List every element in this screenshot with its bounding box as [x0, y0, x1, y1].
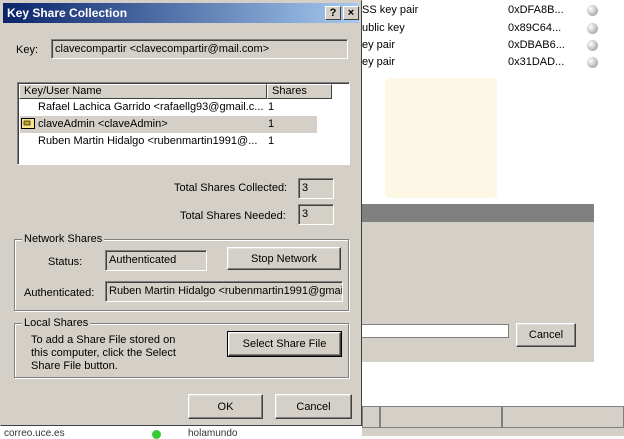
local-shares-description: To add a Share File stored on this compu… — [31, 334, 176, 372]
close-button[interactable]: × — [343, 6, 359, 20]
status-dot-icon — [587, 40, 598, 51]
list-item-shares: 1 — [268, 101, 275, 113]
key-row-id: 0x89C64... — [508, 22, 562, 34]
background-watermark — [385, 78, 497, 198]
background-key-row[interactable]: ey pair 0x31DAD... — [362, 54, 624, 72]
key-icon — [21, 118, 35, 129]
key-row-id: 0xDFA8B... — [508, 4, 564, 16]
cancel-button[interactable]: Cancel — [275, 394, 352, 419]
background-status-area — [362, 406, 624, 436]
total-collected-label: Total Shares Collected: — [174, 182, 288, 194]
key-row-id: 0x31DAD... — [508, 56, 565, 68]
status-dot-icon — [587, 23, 598, 34]
share-list[interactable]: Key/User Name Shares Rafael Lachica Garr… — [17, 82, 350, 165]
key-share-collection-dialog: Key Share Collection ? × Key: clavecompa… — [0, 0, 362, 426]
column-header-shares[interactable]: Shares — [267, 84, 332, 99]
total-needed-label: Total Shares Needed: — [180, 210, 286, 222]
status-cell — [502, 406, 624, 428]
key-field: clavecompartir <clavecompartir@mail.com> — [51, 39, 348, 59]
authenticated-field: Ruben Martin Hidalgo <rubenmartin1991@gm… — [105, 281, 343, 302]
background-key-row[interactable]: SS key pair 0xDFA8B... — [362, 2, 624, 20]
stop-network-button[interactable]: Stop Network — [227, 247, 341, 270]
background-dialog-titlebar — [362, 204, 594, 222]
background-key-row[interactable]: ublic key 0x89C64... — [362, 20, 624, 38]
network-status-label: Status: — [48, 256, 83, 268]
list-item-shares: 1 — [268, 118, 275, 130]
list-item-shares: 1 — [268, 135, 275, 147]
status-dot-icon — [587, 57, 598, 68]
list-item[interactable]: Rafael Lachica Garrido <rafaellg93@gmail… — [20, 99, 348, 116]
key-row-name: SS key pair — [362, 4, 419, 16]
select-share-file-button[interactable]: Select Share File — [227, 331, 342, 357]
online-dot-icon — [152, 430, 161, 439]
background-cancel-button[interactable]: Cancel — [516, 323, 576, 347]
list-item-name: Ruben Martin Hidalgo <rubenmartin1991@..… — [38, 135, 258, 147]
column-header-name[interactable]: Key/User Name — [19, 84, 267, 99]
status-cell — [362, 406, 380, 428]
key-row-name: ublic key — [362, 22, 405, 34]
key-row-name: ey pair — [362, 56, 396, 68]
list-item[interactable]: Ruben Martin Hidalgo <rubenmartin1991@..… — [20, 133, 348, 150]
key-row-id: 0xDBAB6... — [508, 39, 565, 51]
background-bottom-left-text: correo.uce.es — [4, 428, 65, 439]
authenticated-label: Authenticated: — [24, 287, 95, 299]
dialog-titlebar[interactable]: Key Share Collection ? × — [3, 3, 359, 23]
list-item-name: Rafael Lachica Garrido <rafaellg93@gmail… — [38, 101, 264, 113]
background-progress-bar — [362, 324, 509, 338]
total-needed-field: 3 — [298, 204, 334, 225]
key-row-name: ey pair — [362, 39, 396, 51]
local-shares-title: Local Shares — [22, 317, 91, 329]
background-bottom-right-text: holamundo — [188, 428, 238, 439]
network-shares-title: Network Shares — [22, 233, 105, 245]
list-item-selected[interactable]: claveAdmin <claveAdmin> 1 — [20, 116, 317, 133]
help-button[interactable]: ? — [325, 6, 341, 20]
key-label: Key: — [16, 44, 39, 56]
ok-button[interactable]: OK — [188, 394, 263, 419]
network-status-field: Authenticated — [105, 250, 207, 271]
dialog-title: Key Share Collection — [7, 6, 128, 20]
total-collected-field: 3 — [298, 178, 334, 199]
list-item-name: claveAdmin <claveAdmin> — [38, 118, 168, 130]
background-key-row[interactable]: ey pair 0xDBAB6... — [362, 37, 624, 55]
status-dot-icon — [587, 5, 598, 16]
status-cell — [380, 406, 502, 428]
